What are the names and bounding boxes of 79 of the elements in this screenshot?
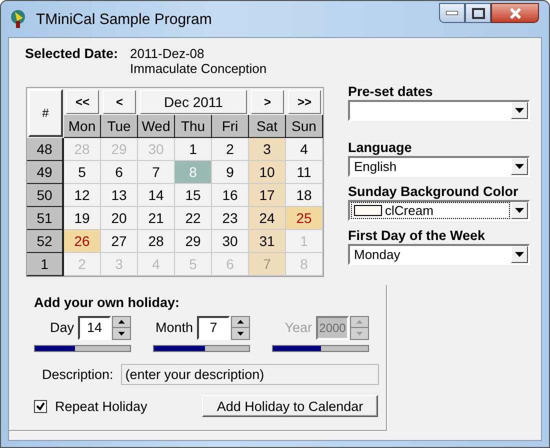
nav-button[interactable]: < [103, 90, 136, 114]
maximize-icon [472, 8, 484, 18]
day-cell[interactable]: 10 [249, 161, 286, 184]
add-holiday-button[interactable]: Add Holiday to Calendar [202, 395, 378, 417]
spin-buttons[interactable] [112, 316, 131, 340]
description-field[interactable]: (enter your description) [121, 364, 380, 385]
day-cell[interactable]: 22 [175, 207, 212, 230]
day-cell[interactable]: 6 [101, 161, 138, 184]
day-cell[interactable]: 24 [249, 207, 286, 230]
maximize-button[interactable] [465, 3, 491, 23]
day-cell[interactable]: 5 [64, 161, 101, 184]
field-label: Language [348, 140, 413, 155]
holiday-name: Immaculate Conception [130, 61, 267, 76]
week-number: 52 [27, 230, 64, 253]
check-icon [36, 402, 45, 410]
dropdown[interactable] [348, 100, 530, 121]
day-cell[interactable]: 20 [101, 207, 138, 230]
day-cell[interactable]: 15 [175, 184, 212, 207]
minimize-icon [446, 11, 458, 15]
dropdown[interactable]: Monday [348, 244, 530, 265]
dropdown-arrow-icon [515, 208, 524, 213]
field-label: First Day of the Week [348, 228, 486, 243]
week-number: 1 [27, 253, 64, 276]
dropdown-arrow-icon [515, 252, 524, 257]
spinner-label: Day [50, 320, 74, 335]
day-name-header: Mon [64, 115, 101, 138]
spinner-label: Year [284, 320, 312, 335]
nav-button[interactable]: >> [288, 90, 321, 114]
number-field[interactable]: 14 [78, 316, 111, 340]
week-number: 48 [27, 138, 64, 161]
day-cell[interactable]: 31 [249, 230, 286, 253]
number-field[interactable]: 7 [197, 316, 230, 340]
field-label: Description: [42, 367, 114, 382]
dropdown[interactable]: clCream [348, 200, 530, 221]
dropdown-value: clCream [385, 203, 434, 218]
day-cell[interactable]: 13 [101, 184, 138, 207]
dropdown-arrow-icon [515, 108, 524, 113]
day-cell[interactable]: 27 [101, 230, 138, 253]
selected-date-label: Selected Date: [25, 46, 118, 63]
day-name-header: Fri [212, 115, 249, 138]
field-label: Sunday Background Color [348, 184, 520, 199]
checkbox[interactable] [34, 400, 47, 412]
day-cell[interactable]: 3 [249, 138, 286, 161]
minimize-button[interactable] [439, 3, 465, 23]
day-name-header: Thu [175, 115, 212, 138]
day-cell[interactable]: 12 [64, 184, 101, 207]
nav-button[interactable]: > [251, 90, 284, 114]
close-icon [508, 8, 522, 18]
dropdown-value: Monday [354, 247, 400, 262]
day-cell[interactable]: 29 [175, 230, 212, 253]
day-cell[interactable]: 17 [249, 184, 286, 207]
day-cell[interactable]: 21 [138, 207, 175, 230]
spinner-label: Month [155, 320, 193, 335]
close-button[interactable] [491, 3, 539, 23]
month-button[interactable]: Dec 2011 [140, 90, 247, 114]
week-number: 49 [27, 161, 64, 184]
day-cell[interactable]: 26 [64, 230, 101, 253]
checkbox-label: Repeat Holiday [55, 398, 148, 414]
day-name-header: Wed [138, 115, 175, 138]
week-number: 50 [27, 184, 64, 207]
week-number-header: # [28, 89, 63, 137]
dropdown[interactable]: English [348, 156, 530, 177]
day-cell[interactable]: 11 [286, 161, 323, 184]
selected-date-value: 2011-Dez-08 [130, 46, 206, 61]
dropdown-arrow-icon [515, 164, 524, 169]
section-title: Add your own holiday: [34, 295, 180, 310]
day-name-header: Sun [286, 115, 323, 138]
window-title: TMiniCal Sample Program [36, 11, 212, 28]
day-cell[interactable]: 14 [138, 184, 175, 207]
spin-buttons[interactable] [231, 316, 250, 340]
day-cell[interactable]: 4 [286, 138, 323, 161]
field-label: Pre-set dates [348, 84, 434, 99]
nav-button[interactable]: << [66, 90, 99, 114]
day-cell[interactable]: 28 [138, 230, 175, 253]
day-name-header: Sat [249, 115, 286, 138]
week-number: 51 [27, 207, 64, 230]
dropdown-value: English [354, 159, 397, 174]
day-name-header: Tue [101, 115, 138, 138]
day-cell[interactable]: 25 [286, 207, 323, 230]
